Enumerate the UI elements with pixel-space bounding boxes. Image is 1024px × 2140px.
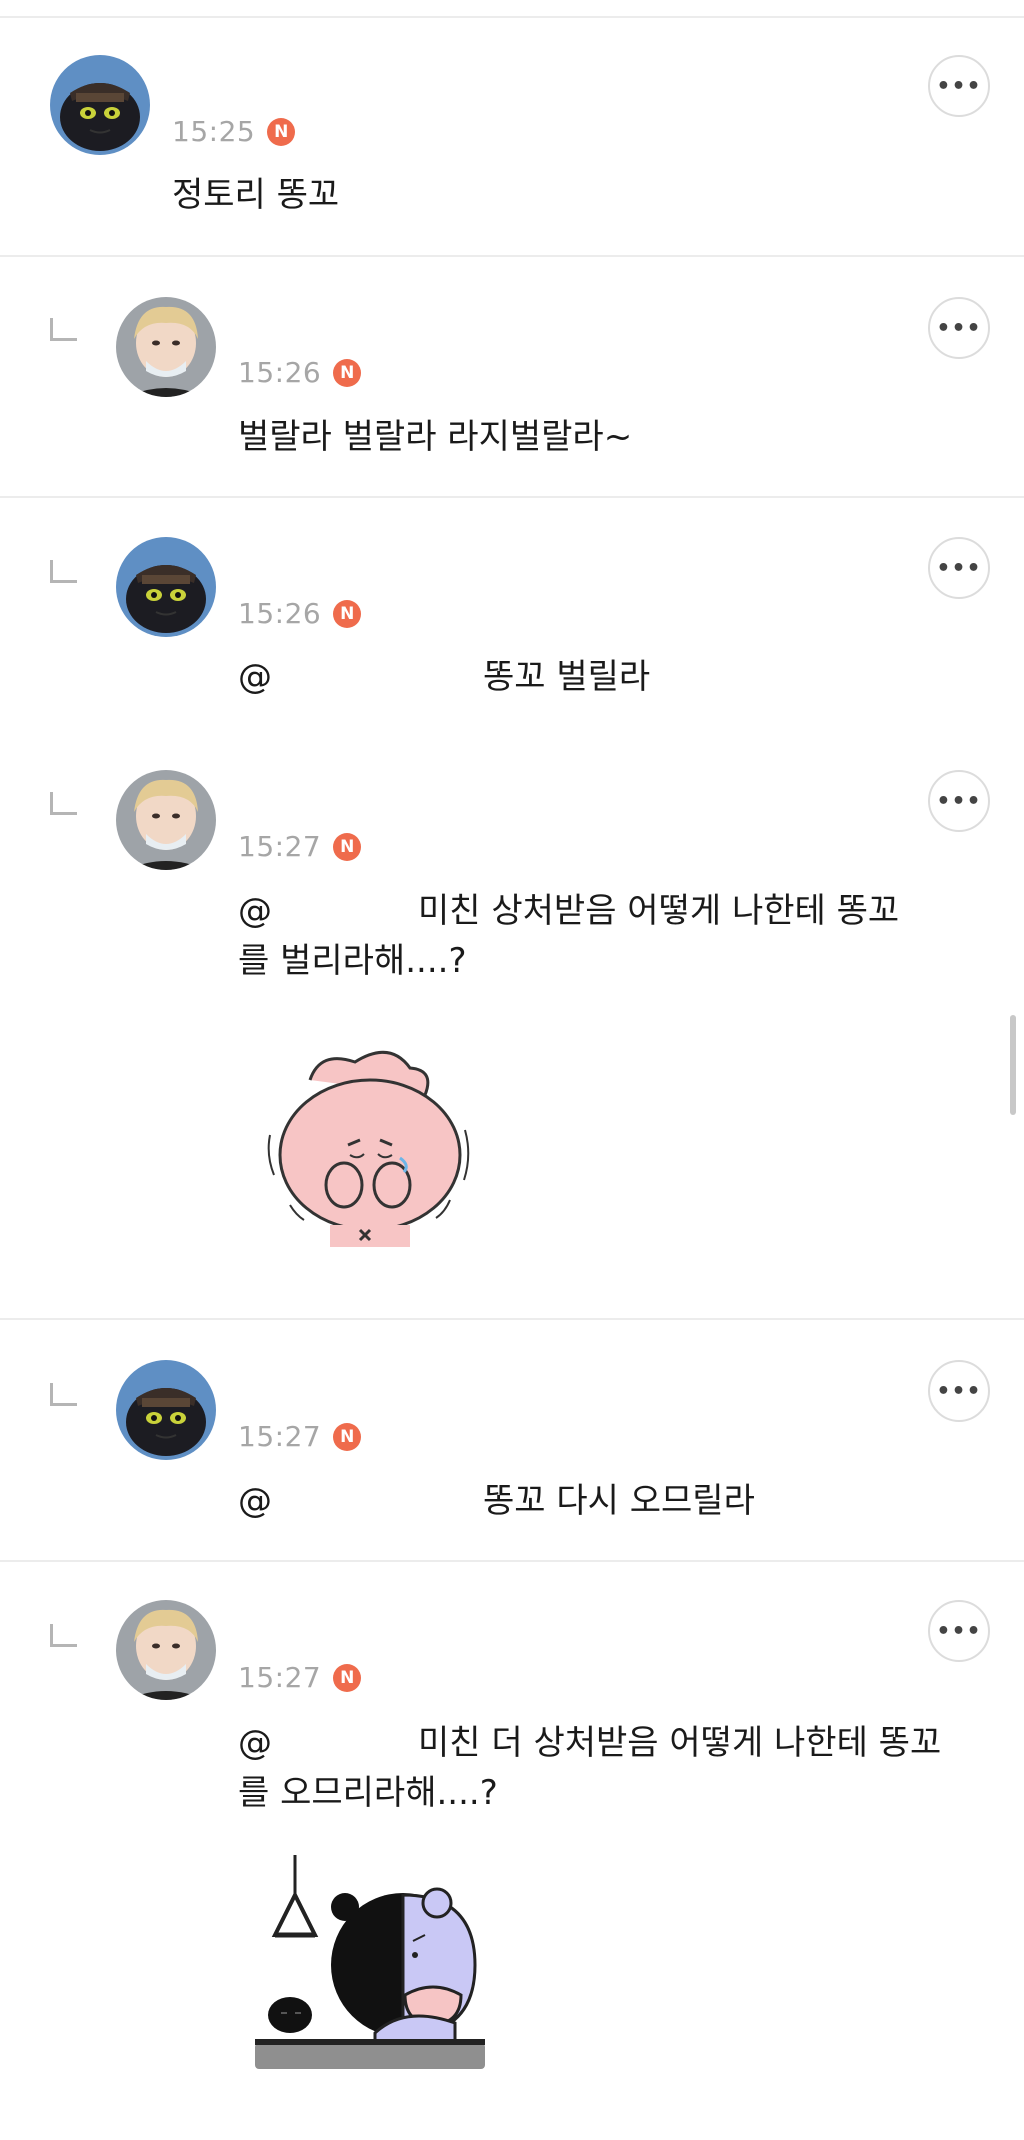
new-badge: N <box>333 358 362 387</box>
comment-line: 정토리 똥꼬 <box>172 175 340 215</box>
timestamp: 15:26 <box>238 597 322 630</box>
timestamp: 15:27 <box>238 1420 322 1453</box>
new-badge: N <box>333 1663 362 1692</box>
timestamp: 15:27 <box>238 1661 322 1694</box>
comment-meta: 15:26 N <box>238 356 362 389</box>
divider <box>0 16 1024 18</box>
comment-line: 벌랄라 벌랄라 라지벌랄라~ <box>238 417 633 457</box>
reply-indicator-icon <box>50 1383 77 1406</box>
dragon-avatar-icon <box>116 1360 216 1460</box>
reply-indicator-icon <box>50 560 77 583</box>
divider <box>0 1318 1024 1320</box>
mention[interactable]: @ <box>238 1476 483 1526</box>
comment-line: 를 오므리라해....? <box>238 1773 498 1813</box>
more-options-button[interactable]: ••• <box>928 1600 990 1662</box>
reply-indicator-icon <box>50 318 77 341</box>
new-badge: N <box>333 1422 362 1451</box>
scrollbar[interactable] <box>1010 1015 1016 1115</box>
divider <box>0 255 1024 257</box>
avatar[interactable] <box>116 537 216 637</box>
timestamp: 15:27 <box>238 830 322 863</box>
pink-bunny-sticker <box>260 1040 480 1250</box>
comment-meta: 15:26 N <box>238 597 362 630</box>
comment-text: @ 똥꼬 다시 오므릴라 <box>238 1476 755 1526</box>
more-options-button[interactable]: ••• <box>928 770 990 832</box>
comment-text: 정토리 똥꼬 <box>172 170 339 220</box>
new-badge: N <box>267 117 296 146</box>
timestamp: 15:25 <box>172 115 256 148</box>
avatar[interactable] <box>50 55 150 155</box>
avatar[interactable] <box>116 770 216 870</box>
comment-meta: 15:27 N <box>238 830 362 863</box>
comment-text: 벌랄라 벌랄라 라지벌랄라~ <box>238 412 632 462</box>
divider <box>0 496 1024 498</box>
comment-line: 미친 더 상처받음 어떻게 나한테 똥꼬 <box>418 1723 942 1763</box>
more-options-button[interactable]: ••• <box>928 1360 990 1422</box>
mention[interactable]: @ <box>238 886 418 936</box>
comment-line: 똥꼬 다시 오므릴라 <box>483 1481 755 1521</box>
dragon-avatar-icon <box>116 537 216 637</box>
comment-meta: 15:27 N <box>238 1661 362 1694</box>
comment-meta: 15:27 N <box>238 1420 362 1453</box>
more-options-button[interactable]: ••• <box>928 297 990 359</box>
new-badge: N <box>333 832 362 861</box>
dragon-avatar-icon <box>50 55 150 155</box>
comment-line: 똥꼬 벌릴라 <box>483 657 651 697</box>
new-badge: N <box>333 599 362 628</box>
comment-thread: 15:25 N ••• 정토리 똥꼬 15:26 N ••• 벌랄라 벌랄라 라… <box>0 0 1024 2140</box>
person-avatar-icon <box>116 297 216 397</box>
pink-bunny-crying-icon <box>267 1050 470 1247</box>
avatar[interactable] <box>116 1600 216 1700</box>
person-avatar-icon <box>116 770 216 870</box>
more-options-button[interactable]: ••• <box>928 55 990 117</box>
comment-text: @ 똥꼬 벌릴라 <box>238 652 650 702</box>
more-options-button[interactable]: ••• <box>928 537 990 599</box>
sad-bear-sticker <box>255 1855 495 2085</box>
mention[interactable]: @ <box>238 652 483 702</box>
divider <box>0 1560 1024 1562</box>
mention[interactable]: @ <box>238 1718 418 1768</box>
comment-line: 미친 상처받음 어떻게 나한테 똥꼬 <box>418 891 900 931</box>
avatar[interactable] <box>116 297 216 397</box>
comment-text: @ 미친 상처받음 어떻게 나한테 똥꼬 를 벌리라해....? <box>238 886 899 986</box>
avatar[interactable] <box>116 1360 216 1460</box>
reply-indicator-icon <box>50 792 77 815</box>
sad-bear-lamp-icon <box>255 1855 485 2069</box>
reply-indicator-icon <box>50 1624 77 1647</box>
timestamp: 15:26 <box>238 356 322 389</box>
person-avatar-icon <box>116 1600 216 1700</box>
comment-line: 를 벌리라해....? <box>238 941 467 981</box>
comment-meta: 15:25 N <box>172 115 296 148</box>
comment-text: @ 미친 더 상처받음 어떻게 나한테 똥꼬 를 오므리라해....? <box>238 1718 941 1818</box>
